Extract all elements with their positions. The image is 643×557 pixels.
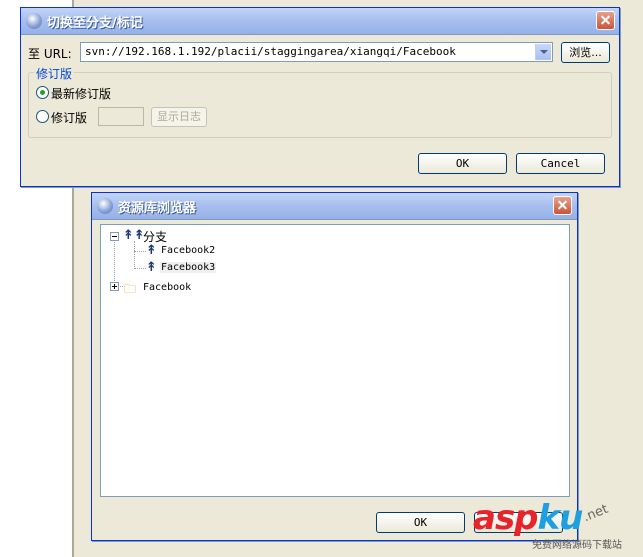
browse-button[interactable]: 浏览... — [561, 42, 610, 63]
revision-group — [28, 72, 612, 138]
watermark-subtitle: 免费网络源码下载站 — [532, 540, 622, 551]
repo-tree[interactable]: ↟↟ 分支 ↟ Facebook2 ↟ Facebook3 🗀 Facebook — [100, 224, 570, 497]
show-log-button[interactable]: 显示日志 — [151, 107, 207, 127]
close-icon[interactable] — [553, 196, 572, 215]
collapse-toggle[interactable] — [110, 232, 119, 241]
expand-toggle[interactable] — [110, 282, 119, 291]
app-icon — [97, 198, 113, 214]
tree-node-facebook-folder[interactable]: Facebook — [143, 282, 191, 293]
repo-ok-button[interactable]: OK — [376, 512, 465, 533]
close-icon[interactable] — [596, 11, 615, 30]
app-icon — [26, 13, 42, 29]
latest-revision-radio[interactable] — [36, 86, 49, 99]
switch-dialog-titlebar[interactable]: 切换至分支/标记 — [21, 8, 619, 35]
switch-dialog: 切换至分支/标记 至 URL: svn://192.168.1.192/plac… — [20, 7, 620, 187]
url-input[interactable]: svn://192.168.1.192/placii/staggingarea/… — [85, 45, 456, 58]
repo-browser-title: 资源库浏览器 — [118, 201, 197, 216]
ok-button[interactable]: OK — [418, 153, 507, 174]
watermark-asp: asp — [473, 498, 539, 538]
revision-input[interactable] — [98, 107, 144, 126]
branch-icon: ↟ — [146, 243, 157, 258]
cancel-button[interactable]: Cancel — [516, 153, 605, 174]
revision-group-title: 修订版 — [34, 65, 75, 82]
repo-browser-titlebar[interactable]: 资源库浏览器 — [92, 193, 577, 220]
url-label: 至 URL: — [28, 47, 72, 61]
url-combobox[interactable]: svn://192.168.1.192/placii/staggingarea/… — [80, 42, 553, 62]
folder-icon: 🗀 — [124, 282, 137, 296]
switch-dialog-title: 切换至分支/标记 — [47, 16, 143, 31]
watermark-logo: aspku — [473, 498, 584, 538]
revision-radio[interactable] — [36, 110, 49, 123]
tree-node-facebook2[interactable]: Facebook2 — [161, 245, 215, 256]
branch-icon: ↟ — [146, 260, 157, 275]
watermark-ku: ku — [537, 498, 584, 538]
tree-line — [134, 251, 146, 252]
tree-node-facebook3[interactable]: Facebook3 — [160, 262, 217, 273]
repo-browser-dialog: 资源库浏览器 ↟↟ 分支 ↟ Facebook2 ↟ Facebook3 🗀 F… — [91, 192, 578, 541]
latest-revision-label[interactable]: 最新修订版 — [51, 85, 111, 102]
tree-line — [134, 241, 135, 269]
chevron-down-icon[interactable] — [535, 44, 551, 60]
branch-icon: ↟↟ — [123, 228, 145, 243]
tree-line — [134, 268, 146, 269]
revision-label[interactable]: 修订版 — [51, 109, 87, 126]
